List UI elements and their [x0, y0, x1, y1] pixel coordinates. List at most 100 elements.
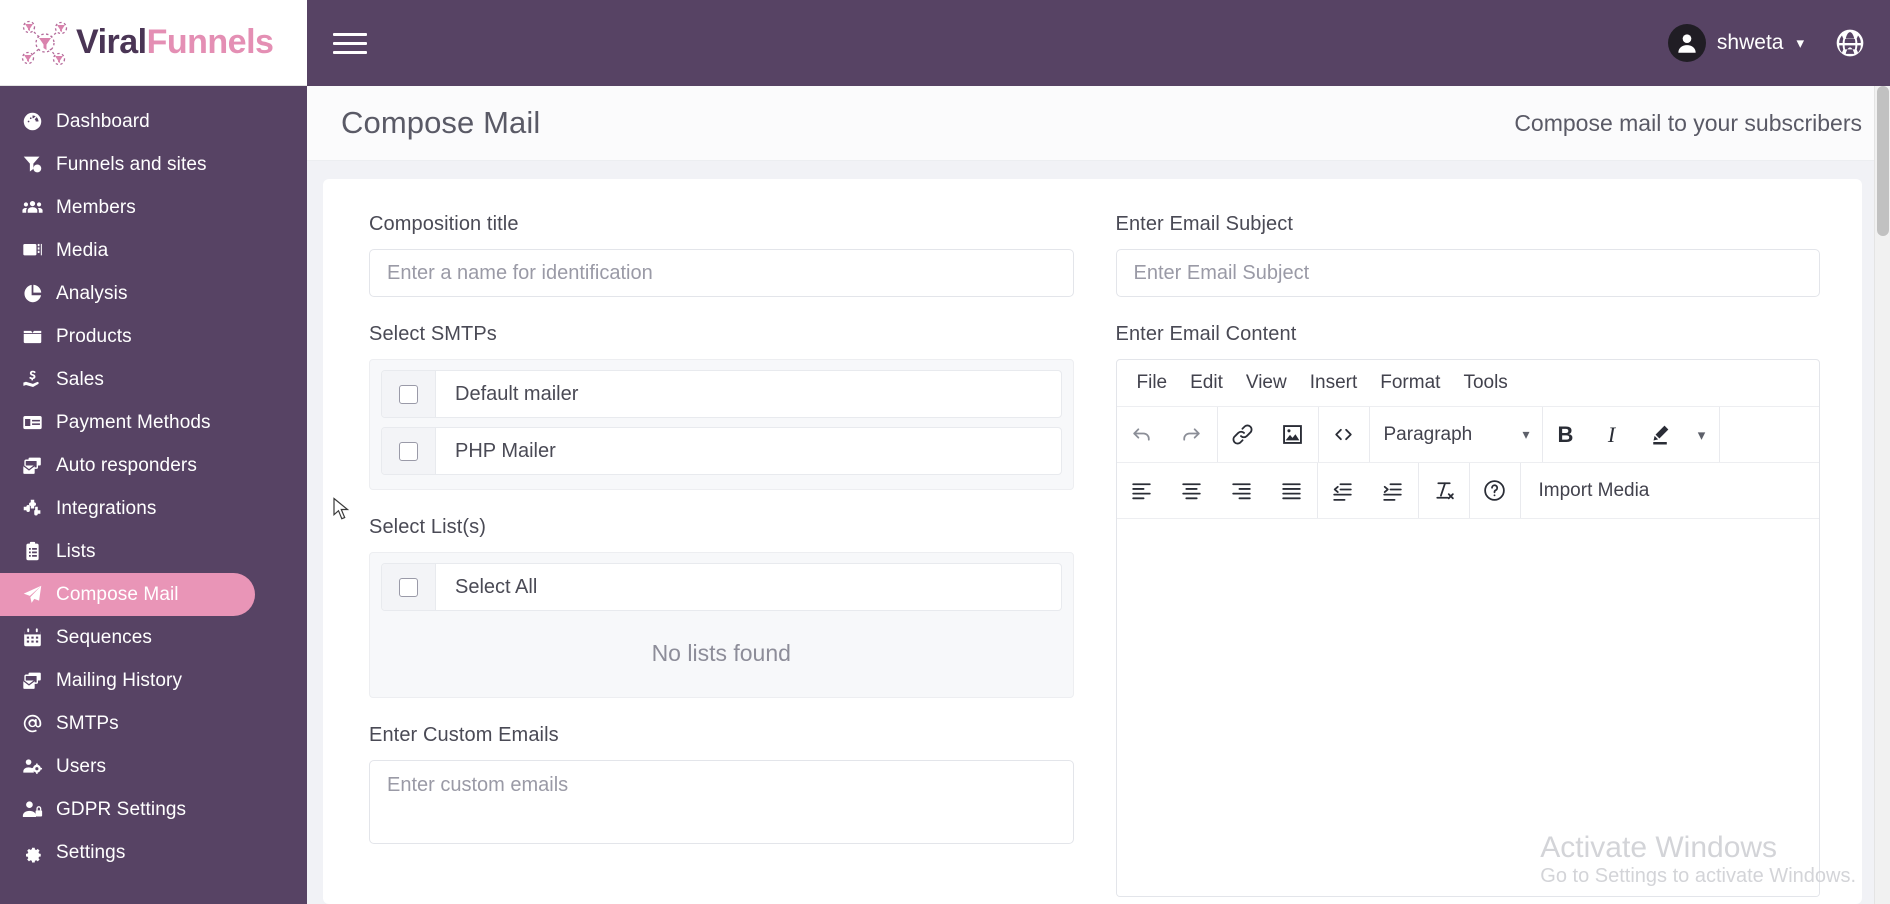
block-format-select[interactable]: Paragraph ▾: [1370, 407, 1542, 462]
redo-icon[interactable]: [1167, 407, 1217, 462]
sidebar-item-dashboard[interactable]: Dashboard: [0, 100, 255, 143]
email-subject-input[interactable]: [1115, 249, 1820, 297]
compose-card: Composition title Select SMTPs Default m…: [323, 179, 1862, 904]
indent-group: [1318, 463, 1419, 518]
globe-icon[interactable]: [1834, 27, 1866, 59]
scrollbar-thumb[interactable]: [1877, 86, 1889, 236]
sidebar-item-smtps[interactable]: SMTPs: [0, 702, 255, 745]
sidebar-item-label: Payment Methods: [56, 411, 211, 433]
bold-button[interactable]: B: [1543, 407, 1589, 462]
align-center-icon[interactable]: [1167, 463, 1217, 518]
history-group: [1117, 407, 1218, 462]
sidebar-item-media[interactable]: Media: [0, 229, 255, 272]
sidebar-item-analysis[interactable]: Analysis: [0, 272, 255, 315]
smtp-list: Default mailer PHP Mailer: [369, 359, 1074, 490]
no-lists-message: No lists found: [651, 640, 791, 666]
sidebar-item-label: Sequences: [56, 626, 152, 648]
email-subject-label: Enter Email Subject: [1115, 213, 1294, 235]
sidebar-item-integrations[interactable]: Integrations: [0, 487, 255, 530]
smtp-checkbox[interactable]: [382, 371, 436, 417]
page-subtitle: Compose mail to your subscribers: [1514, 109, 1862, 136]
sidebar-item-payment-methods[interactable]: Payment Methods: [0, 401, 255, 444]
clear-format-group: [1419, 463, 1470, 518]
align-right-icon[interactable]: [1217, 463, 1267, 518]
menu-edit[interactable]: Edit: [1190, 372, 1223, 394]
link-icon[interactable]: [1218, 407, 1268, 462]
sidebar-item-label: Funnels and sites: [56, 153, 207, 175]
right-column: Enter Email Subject Enter Email Content …: [1115, 213, 1820, 904]
menu-format[interactable]: Format: [1380, 372, 1440, 394]
align-justify-icon[interactable]: [1267, 463, 1317, 518]
menu-view[interactable]: View: [1246, 372, 1287, 394]
align-left-icon[interactable]: [1117, 463, 1167, 518]
hamburger-icon[interactable]: [333, 28, 367, 58]
outdent-icon[interactable]: [1318, 463, 1368, 518]
sidebar-item-products[interactable]: Products: [0, 315, 255, 358]
user-lock-icon: [22, 799, 56, 820]
dashboard-icon: [22, 111, 56, 132]
sidebar-item-gdpr-settings[interactable]: GDPR Settings: [0, 788, 255, 831]
alignment-group: [1117, 463, 1318, 518]
composition-title-input[interactable]: [369, 249, 1074, 297]
text-style-group: B I ▾: [1543, 407, 1720, 462]
smtp-checkbox[interactable]: [382, 428, 436, 474]
sidebar-item-label: Lists: [56, 540, 96, 562]
list-item[interactable]: Select All: [381, 563, 1062, 611]
help-circle-icon[interactable]: [1470, 463, 1520, 518]
image-icon[interactable]: [1268, 407, 1318, 462]
import-media-button[interactable]: Import Media: [1521, 463, 1668, 518]
credit-card-icon: [22, 412, 56, 433]
brand-header[interactable]: ViralFunnels: [0, 0, 307, 86]
menu-file[interactable]: File: [1137, 372, 1168, 394]
members-icon: [22, 197, 56, 218]
editor-content-area[interactable]: [1116, 519, 1819, 896]
page-scrollbar[interactable]: [1874, 86, 1890, 904]
insert-group: [1218, 407, 1319, 462]
list-item[interactable]: Default mailer: [381, 370, 1062, 418]
sidebar-item-sequences[interactable]: Sequences: [0, 616, 255, 659]
sidebar-item-users[interactable]: Users: [0, 745, 255, 788]
import-media-group: Import Media: [1521, 463, 1668, 518]
chevron-down-icon: ▾: [1522, 426, 1530, 442]
sidebar-item-members[interactable]: Members: [0, 186, 255, 229]
custom-emails-label: Enter Custom Emails: [369, 724, 559, 746]
text-color-icon[interactable]: [1635, 407, 1685, 462]
source-code-icon[interactable]: [1319, 407, 1369, 462]
custom-emails-input[interactable]: [369, 760, 1074, 844]
block-format-group: Paragraph ▾: [1370, 407, 1543, 462]
select-all-checkbox[interactable]: [382, 564, 436, 610]
sidebar-item-auto-responders[interactable]: Auto responders: [0, 444, 255, 487]
left-column: Composition title Select SMTPs Default m…: [369, 213, 1074, 904]
menu-insert[interactable]: Insert: [1310, 372, 1358, 394]
media-icon: [22, 240, 56, 261]
sidebar-item-label: Sales: [56, 368, 105, 390]
sidebar-item-mailing-history[interactable]: Mailing History: [0, 659, 255, 702]
sidebar-item-lists[interactable]: Lists: [0, 530, 255, 573]
sidebar-item-label: Mailing History: [56, 669, 183, 691]
sidebar-item-label: Auto responders: [56, 454, 197, 476]
undo-icon[interactable]: [1117, 407, 1167, 462]
sidebar-item-label: Users: [56, 755, 107, 777]
sidebar-item-label: SMTPs: [56, 712, 119, 734]
sidebar-item-compose-mail[interactable]: Compose Mail: [0, 573, 255, 616]
sidebar-item-sales[interactable]: Sales: [0, 358, 255, 401]
user-name-label: shweta: [1716, 31, 1784, 54]
editor-toolbar-row-1: Paragraph ▾ B I ▾: [1116, 407, 1820, 463]
menu-tools[interactable]: Tools: [1463, 372, 1507, 394]
users-gear-icon: [22, 756, 56, 777]
sidebar-item-settings[interactable]: Settings: [0, 831, 255, 874]
user-menu[interactable]: shweta ▾: [1667, 24, 1804, 62]
indent-icon[interactable]: [1368, 463, 1418, 518]
funnel-icon: [22, 154, 56, 175]
sidebar-item-funnels-and-sites[interactable]: Funnels and sites: [0, 143, 255, 186]
italic-button[interactable]: I: [1589, 407, 1635, 462]
sales-hand-icon: [22, 369, 56, 390]
list-item[interactable]: PHP Mailer: [381, 427, 1062, 475]
text-color-chevron-down-icon[interactable]: ▾: [1685, 407, 1719, 462]
brand-title: ViralFunnels: [76, 23, 274, 62]
checkbox-icon: [399, 441, 418, 461]
main-area: shweta ▾ Compose Mail Compose mail to yo…: [307, 0, 1890, 904]
clear-formatting-icon[interactable]: [1419, 463, 1469, 518]
